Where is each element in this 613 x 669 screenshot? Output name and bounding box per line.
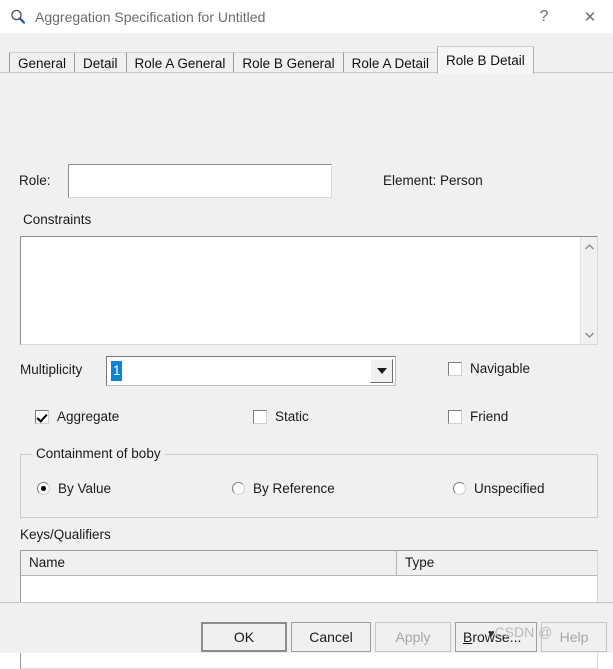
aggregation-specification-dialog: Aggregation Specification for Untitled ?… (0, 0, 613, 669)
column-header-type[interactable]: Type (397, 551, 597, 575)
element-label: Element: (383, 173, 437, 188)
column-header-name[interactable]: Name (21, 551, 397, 575)
radio-by-value-dot[interactable] (37, 482, 50, 495)
apply-button: Apply (375, 622, 451, 652)
tab-detail[interactable]: Detail (74, 52, 127, 74)
multiplicity-label: Multiplicity (20, 362, 83, 377)
tab-page-role-b-detail: Role: Element: Person Constraints Multip… (0, 72, 613, 669)
radio-by-value-label: By Value (58, 481, 112, 496)
titlebar-help-button[interactable]: ? (521, 0, 567, 33)
tab-general[interactable]: General (9, 52, 76, 74)
containment-groupbox: Containment of boby By Value By Referenc… (20, 446, 598, 518)
table-header-row: Name Type (21, 551, 597, 576)
checkbox-static-label: Static (275, 409, 309, 424)
tab-role-a-general[interactable]: Role A General (125, 52, 235, 74)
checkbox-static-box[interactable] (253, 409, 267, 424)
checkbox-friend-box[interactable] (448, 409, 462, 424)
window-controls: ? ✕ (521, 0, 613, 33)
chevron-down-icon[interactable] (370, 359, 393, 383)
checkbox-navigable[interactable]: Navigable (448, 361, 530, 376)
radio-by-reference-label: By Reference (253, 481, 335, 496)
keys-qualifiers-label: Keys/Qualifiers (20, 527, 111, 542)
checkbox-aggregate[interactable]: Aggregate (35, 409, 119, 424)
radio-by-value[interactable]: By Value (37, 481, 111, 496)
checkbox-aggregate-label: Aggregate (57, 409, 120, 424)
checkbox-navigable-label: Navigable (470, 361, 531, 376)
scroll-down-icon[interactable] (581, 326, 598, 343)
checkbox-aggregate-box[interactable] (35, 409, 49, 424)
multiplicity-value: 1 (111, 361, 122, 381)
browse-accel-letter: B (463, 629, 473, 645)
close-icon[interactable]: ✕ (567, 0, 613, 33)
help-button: Help (541, 622, 607, 652)
browse-button[interactable]: Browse... (455, 622, 537, 652)
magnifier-icon (9, 8, 27, 26)
constraints-textarea[interactable] (20, 236, 598, 345)
cancel-button[interactable]: Cancel (291, 622, 371, 652)
checkbox-friend-label: Friend (470, 409, 509, 424)
scroll-up-icon[interactable] (581, 238, 598, 255)
checkbox-navigable-box[interactable] (448, 361, 462, 376)
constraints-label: Constraints (23, 212, 92, 227)
title-bar: Aggregation Specification for Untitled ?… (0, 0, 613, 33)
tab-strip: General Detail Role A General Role B Gen… (0, 44, 613, 74)
radio-by-reference-dot[interactable] (232, 482, 245, 495)
tab-role-b-general[interactable]: Role B General (233, 52, 344, 74)
tab-role-b-detail[interactable]: Role B Detail (436, 46, 534, 74)
browse-button-label: rowse... (472, 629, 522, 645)
element-value: Person (440, 173, 483, 188)
window-title: Aggregation Specification for Untitled (35, 8, 266, 25)
checkbox-static[interactable]: Static (253, 409, 309, 424)
tab-role-a-detail[interactable]: Role A Detail (342, 52, 438, 74)
radio-unspecified[interactable]: Unspecified (453, 481, 545, 496)
role-label: Role: (19, 173, 51, 188)
radio-unspecified-label: Unspecified (474, 481, 545, 496)
radio-unspecified-dot[interactable] (453, 482, 466, 495)
multiplicity-combobox[interactable]: 1 (106, 356, 396, 386)
dialog-button-bar: OK Cancel Apply Browse... Help (0, 602, 613, 653)
checkbox-friend[interactable]: Friend (448, 409, 508, 424)
role-input[interactable] (68, 164, 332, 198)
radio-by-reference[interactable]: By Reference (232, 481, 335, 496)
constraints-scrollbar[interactable] (580, 237, 597, 344)
ok-button[interactable]: OK (201, 622, 287, 652)
containment-legend: Containment of boby (32, 446, 165, 461)
